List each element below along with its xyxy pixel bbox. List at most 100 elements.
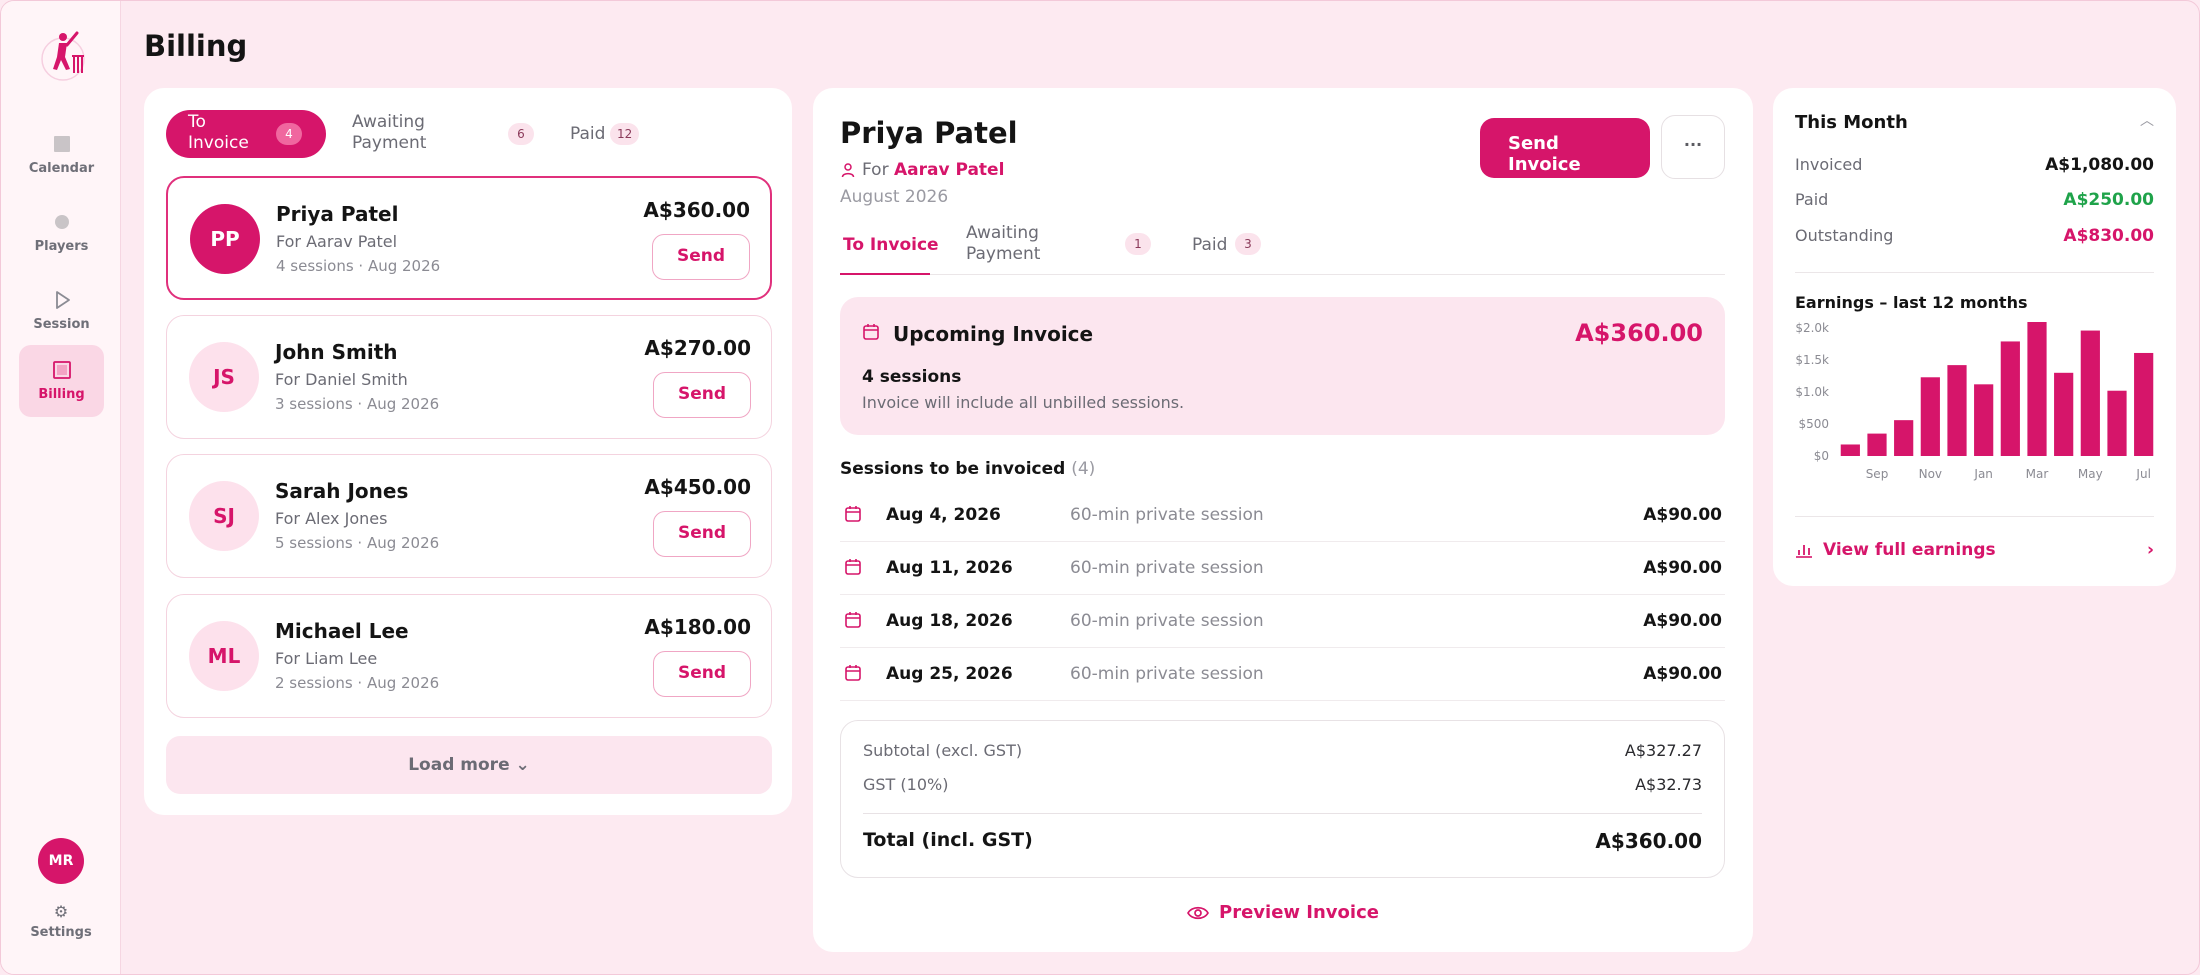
earnings-bar-aug[interactable] (1840, 444, 1860, 456)
tab-awaiting-payment[interactable]: Awaiting Payment 1 (966, 223, 1166, 275)
sidebar-item-settings[interactable]: ⚙ Settings (21, 902, 101, 941)
earnings-bar-mar[interactable] (2027, 322, 2047, 456)
view-full-earnings-link[interactable]: View full earnings › (1795, 540, 2154, 560)
send-invoice-button[interactable]: Send Invoice (1480, 118, 1650, 178)
session-date: Aug 11, 2026 (886, 558, 1013, 578)
summary-divider (1795, 272, 2154, 273)
session-description: 60-min private session (1070, 664, 1264, 684)
summary-value: A$250.00 (2063, 190, 2154, 210)
invoice-status-tabs: To Invoice 4 Awaiting Payment 6 Paid 12 (166, 110, 776, 160)
send-button[interactable]: Send (653, 651, 751, 697)
avatar: ML (189, 621, 259, 691)
summary-label: Paid (1795, 190, 1829, 209)
detail-period: August 2026 (840, 187, 949, 207)
earnings-bar-dec[interactable] (1947, 365, 1967, 456)
summary-value: A$1,080.00 (2045, 155, 2154, 175)
upcoming-invoice-card: Upcoming Invoice A$360.00 4 sessions Inv… (840, 297, 1725, 435)
client-player: For Daniel Smith (275, 370, 408, 389)
send-button[interactable]: Send (653, 372, 751, 418)
earnings-bar-nov[interactable] (1920, 377, 1940, 456)
sidebar-item-billing[interactable]: Billing (19, 345, 104, 417)
more-options-button[interactable]: ··· (1661, 115, 1725, 179)
detail-player-link[interactable]: Aarav Patel (894, 160, 1004, 180)
calendar-icon (863, 324, 879, 340)
earnings-bar-may[interactable] (2080, 330, 2100, 456)
total-row: Total (incl. GST) A$360.00 (863, 829, 1702, 853)
gst-label: GST (10%) (863, 775, 949, 794)
play-icon (55, 291, 70, 309)
x-tick-label: May (2078, 467, 2103, 481)
sidebar-item-players[interactable]: Players (19, 197, 104, 269)
detail-client-name: Priya Patel (840, 116, 1018, 150)
earnings-chart-title: Earnings – last 12 months (1795, 293, 2028, 312)
page-title: Billing (144, 29, 248, 63)
client-meta: 2 sessions · Aug 2026 (275, 674, 440, 692)
client-card-john-smith[interactable]: JS John Smith For Daniel Smith 3 session… (166, 315, 772, 439)
total-label: Total (incl. GST) (863, 829, 1033, 851)
session-date: Aug 18, 2026 (886, 611, 1013, 631)
session-amount: A$90.00 (1643, 664, 1722, 684)
sidebar-item-calendar[interactable]: Calendar (19, 119, 104, 191)
invoice-totals: Subtotal (excl. GST) A$327.27 GST (10%) … (840, 720, 1725, 878)
earnings-bar-jan[interactable] (1974, 384, 1994, 456)
client-name: John Smith (275, 340, 398, 364)
earnings-bar-sep[interactable] (1867, 433, 1887, 456)
send-button[interactable]: Send (653, 511, 751, 557)
client-amount: A$270.00 (644, 336, 751, 360)
calendar-icon (845, 612, 861, 628)
session-row[interactable]: Aug 4, 2026 60-min private session A$90.… (840, 489, 1725, 542)
client-card-michael-lee[interactable]: ML Michael Lee For Liam Lee 2 sessions ·… (166, 594, 772, 718)
detail-status-tabs: To Invoice Awaiting Payment 1 Paid 3 (840, 223, 1725, 275)
tab-to-invoice[interactable]: To Invoice 4 (166, 110, 326, 158)
x-tick-label: Jan (1973, 467, 1993, 481)
eye-icon (1187, 906, 1209, 920)
totals-divider (863, 813, 1702, 814)
client-card-priya-patel[interactable]: PP Priya Patel For Aarav Patel 4 session… (166, 176, 772, 300)
session-row[interactable]: Aug 18, 2026 60-min private session A$90… (840, 595, 1725, 648)
send-button[interactable]: Send (652, 234, 750, 280)
tab-count-badge: 4 (276, 123, 302, 145)
y-tick-label: $1.5k (1795, 353, 1829, 367)
invoice-detail-panel: Priya Patel For Aarav Patel August 2026 … (813, 88, 1753, 952)
tab-count-badge: 3 (1235, 233, 1261, 255)
tab-to-invoice[interactable]: To Invoice (840, 223, 939, 275)
subtotal-row: Subtotal (excl. GST) A$327.27 (863, 741, 1702, 760)
person-icon (841, 163, 855, 178)
gear-icon: ⚙ (53, 902, 69, 921)
session-amount: A$90.00 (1643, 505, 1722, 525)
earnings-bar-jun[interactable] (2107, 390, 2127, 456)
earnings-bar-jul[interactable] (2134, 352, 2154, 456)
user-avatar[interactable]: MR (38, 838, 84, 884)
session-row[interactable]: Aug 25, 2026 60-min private session A$90… (840, 648, 1725, 701)
sidebar-item-label: Players (34, 239, 89, 254)
client-amount: A$360.00 (643, 198, 750, 222)
earnings-bar-feb[interactable] (2000, 341, 2020, 456)
session-amount: A$90.00 (1643, 611, 1722, 631)
calendar-icon (53, 136, 70, 152)
client-card-sarah-jones[interactable]: SJ Sarah Jones For Alex Jones 5 sessions… (166, 454, 772, 578)
load-more-button[interactable]: Load more ⌄ (166, 736, 772, 794)
session-row[interactable]: Aug 11, 2026 60-min private session A$90… (840, 542, 1725, 595)
client-player: For Liam Lee (275, 649, 378, 668)
x-tick-label: Mar (2026, 467, 2049, 481)
chevron-up-icon[interactable]: ︿ (2140, 110, 2154, 130)
summary-label: Invoiced (1795, 155, 1863, 174)
cricket-logo-icon[interactable] (37, 27, 87, 85)
earnings-bar-chart: $0 $500 $1.0k $1.5k $2.0k Sep Nov Jan Mar May Jul (1795, 322, 2154, 481)
x-tick-label: Sep (1866, 467, 1889, 481)
sidebar-item-label: Billing (38, 387, 85, 402)
subtotal-label: Subtotal (excl. GST) (863, 741, 1023, 760)
sidebar-item-session[interactable]: Session (19, 275, 104, 347)
tab-paid[interactable]: Paid 12 (570, 110, 690, 158)
preview-invoice-link[interactable]: Preview Invoice (813, 902, 1753, 923)
session-date: Aug 25, 2026 (886, 664, 1013, 684)
earnings-bar-oct[interactable] (1894, 420, 1914, 456)
earnings-bar-apr[interactable] (2054, 372, 2074, 456)
client-name: Sarah Jones (275, 479, 409, 503)
tab-paid[interactable]: Paid 3 (1192, 223, 1292, 275)
tab-label: To Invoice (843, 235, 939, 255)
sidebar-item-label: Session (33, 317, 90, 332)
tab-awaiting-payment[interactable]: Awaiting Payment 6 (346, 110, 546, 158)
tab-count-badge: 6 (508, 123, 534, 145)
invoice-list-panel: To Invoice 4 Awaiting Payment 6 Paid 12 … (144, 88, 792, 815)
